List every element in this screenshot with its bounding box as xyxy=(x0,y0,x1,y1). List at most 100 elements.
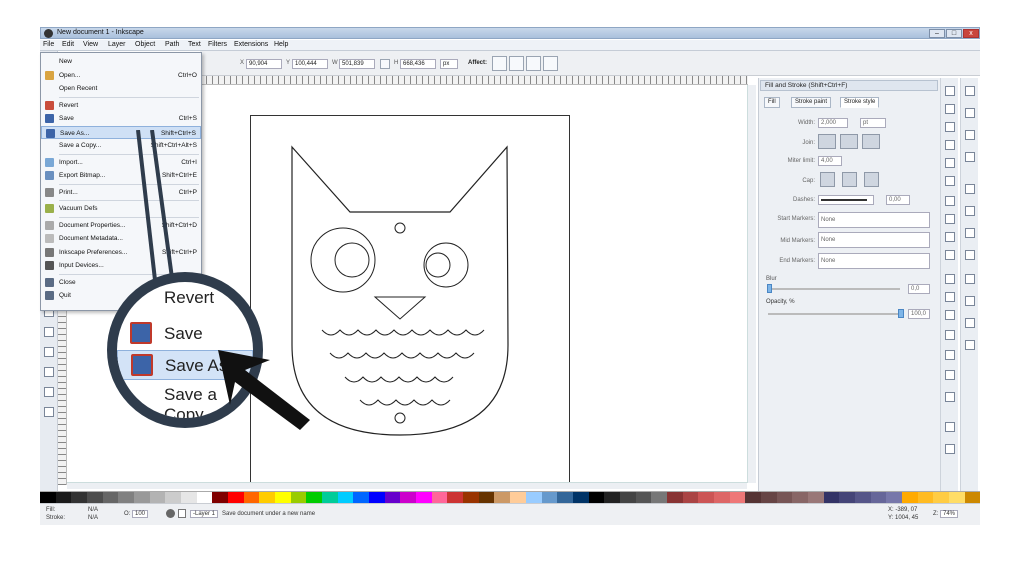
zoom-out-icon[interactable] xyxy=(945,292,955,302)
mid-markers-select[interactable]: None xyxy=(818,232,930,248)
snap-smooth-icon[interactable] xyxy=(965,250,975,260)
gradient-tool-icon[interactable] xyxy=(44,367,54,377)
opacity-status-field[interactable]: 100 xyxy=(132,510,149,518)
zoom-field[interactable]: 74% xyxy=(940,510,959,518)
stroke-width-field[interactable]: 2,000 xyxy=(818,118,848,128)
round-cap-icon[interactable] xyxy=(842,172,857,187)
snap-centers-icon[interactable] xyxy=(965,296,975,306)
unit-select[interactable]: px xyxy=(440,59,458,69)
menu-object[interactable]: Object xyxy=(135,41,155,48)
zoom-fit-icon[interactable] xyxy=(945,310,955,320)
menu-item-new[interactable]: New xyxy=(41,55,201,68)
lock-icon[interactable] xyxy=(380,59,390,69)
affect-gradient-icon[interactable] xyxy=(526,56,541,71)
y-field[interactable]: 100,444 xyxy=(292,59,328,69)
maximize-button[interactable]: □ xyxy=(946,29,962,38)
stroke-unit-select[interactable]: pt xyxy=(860,118,886,128)
menu-item-shortcut: Ctrl+S xyxy=(178,115,197,122)
new-doc-icon[interactable] xyxy=(945,86,955,96)
height-field[interactable]: 668,436 xyxy=(400,59,436,69)
snap-bbox-icon[interactable] xyxy=(965,108,975,118)
lock-layer-icon[interactable] xyxy=(178,509,186,518)
horizontal-scrollbar[interactable] xyxy=(67,482,747,489)
import-doc-icon[interactable] xyxy=(945,158,955,168)
menu-view[interactable]: View xyxy=(83,41,98,48)
blur-slider[interactable] xyxy=(768,288,900,290)
export-doc-icon[interactable] xyxy=(945,176,955,186)
menu-layer[interactable]: Layer xyxy=(108,41,126,48)
butt-cap-icon[interactable] xyxy=(820,172,835,187)
dash-pattern-select[interactable] xyxy=(818,195,874,205)
menu-file[interactable]: File xyxy=(43,41,54,48)
vertical-scrollbar[interactable] xyxy=(747,85,756,483)
snap-page-icon[interactable] xyxy=(965,340,975,350)
snap-rotation-icon[interactable] xyxy=(965,318,975,328)
dash-offset-field[interactable]: 0,00 xyxy=(886,195,910,205)
snap-corners-icon[interactable] xyxy=(965,152,975,162)
color-palette[interactable] xyxy=(40,491,981,504)
duplicate-icon[interactable] xyxy=(945,330,955,340)
ungroup-icon[interactable] xyxy=(945,370,955,380)
save-doc-icon[interactable] xyxy=(945,122,955,132)
bevel-join-icon[interactable] xyxy=(862,134,880,149)
bucket-tool-icon[interactable] xyxy=(44,347,54,357)
copy-icon[interactable] xyxy=(945,232,955,242)
blur-field[interactable]: 0,0 xyxy=(908,284,930,294)
menu-edit[interactable]: Edit xyxy=(62,41,74,48)
blur-slider-handle[interactable] xyxy=(767,284,772,293)
menu-item-label: Open Recent xyxy=(59,85,98,92)
snap-edges-icon[interactable] xyxy=(965,130,975,140)
tab-fill[interactable]: Fill xyxy=(764,97,780,108)
menu-item-save[interactable]: Save Ctrl+S xyxy=(41,112,201,125)
affect-pattern-icon[interactable] xyxy=(543,56,558,71)
menu-path[interactable]: Path xyxy=(165,41,179,48)
snap-nodes-icon[interactable] xyxy=(965,184,975,194)
close-window-button[interactable]: x xyxy=(963,29,979,38)
group-icon[interactable] xyxy=(945,350,955,360)
affect-corners-icon[interactable] xyxy=(509,56,524,71)
layer-select[interactable]: -Layer 1 xyxy=(190,510,219,518)
start-markers-select[interactable]: None xyxy=(818,212,930,228)
callout-line-right xyxy=(150,130,174,279)
square-cap-icon[interactable] xyxy=(864,172,879,187)
text-dialog-icon[interactable] xyxy=(945,422,955,432)
open-icon[interactable] xyxy=(945,104,955,114)
opacity-slider-handle[interactable] xyxy=(898,309,904,318)
preferences-icon xyxy=(45,247,54,257)
width-field[interactable]: 501,839 xyxy=(339,59,375,69)
snap-toggle-icon[interactable] xyxy=(965,86,975,96)
undo-icon[interactable] xyxy=(945,196,955,206)
menu-help[interactable]: Help xyxy=(274,41,288,48)
connector-tool-icon[interactable] xyxy=(44,407,54,417)
snap-midpoints-icon[interactable] xyxy=(965,274,975,284)
menu-item-label: Save a Copy... xyxy=(59,142,102,149)
round-join-icon[interactable] xyxy=(840,134,858,149)
zoom-in-icon[interactable] xyxy=(945,274,955,284)
tab-stroke-paint[interactable]: Stroke paint xyxy=(791,97,832,108)
miter-limit-field[interactable]: 4,00 xyxy=(818,156,842,166)
menu-item-open[interactable]: Open... Ctrl+O xyxy=(41,69,201,82)
end-markers-select[interactable]: None xyxy=(818,253,930,269)
menu-filters[interactable]: Filters xyxy=(208,41,227,48)
paste-icon[interactable] xyxy=(945,250,955,260)
x-field[interactable]: 90,904 xyxy=(246,59,282,69)
menu-item-open-recent[interactable]: Open Recent xyxy=(41,82,201,95)
eraser-tool-icon[interactable] xyxy=(44,327,54,337)
affect-stroke-icon[interactable] xyxy=(492,56,507,71)
minimize-button[interactable]: – xyxy=(929,29,945,38)
print-doc-icon[interactable] xyxy=(945,140,955,150)
tab-stroke-style[interactable]: Stroke style xyxy=(840,97,880,108)
menu-extensions[interactable]: Extensions xyxy=(234,41,268,48)
redo-icon[interactable] xyxy=(945,214,955,224)
fill-stroke-dialog-icon[interactable] xyxy=(945,392,955,402)
snap-paths-icon[interactable] xyxy=(965,206,975,216)
snap-intersections-icon[interactable] xyxy=(965,228,975,238)
visibility-icon[interactable] xyxy=(166,509,175,518)
layers-dialog-icon[interactable] xyxy=(945,444,955,454)
opacity-slider[interactable] xyxy=(768,313,900,315)
opacity-field[interactable]: 100,0 xyxy=(908,309,930,319)
menu-text[interactable]: Text xyxy=(188,41,201,48)
miter-join-icon[interactable] xyxy=(818,134,836,149)
menu-item-revert[interactable]: Revert xyxy=(41,99,201,112)
dropper-tool-icon[interactable] xyxy=(44,387,54,397)
